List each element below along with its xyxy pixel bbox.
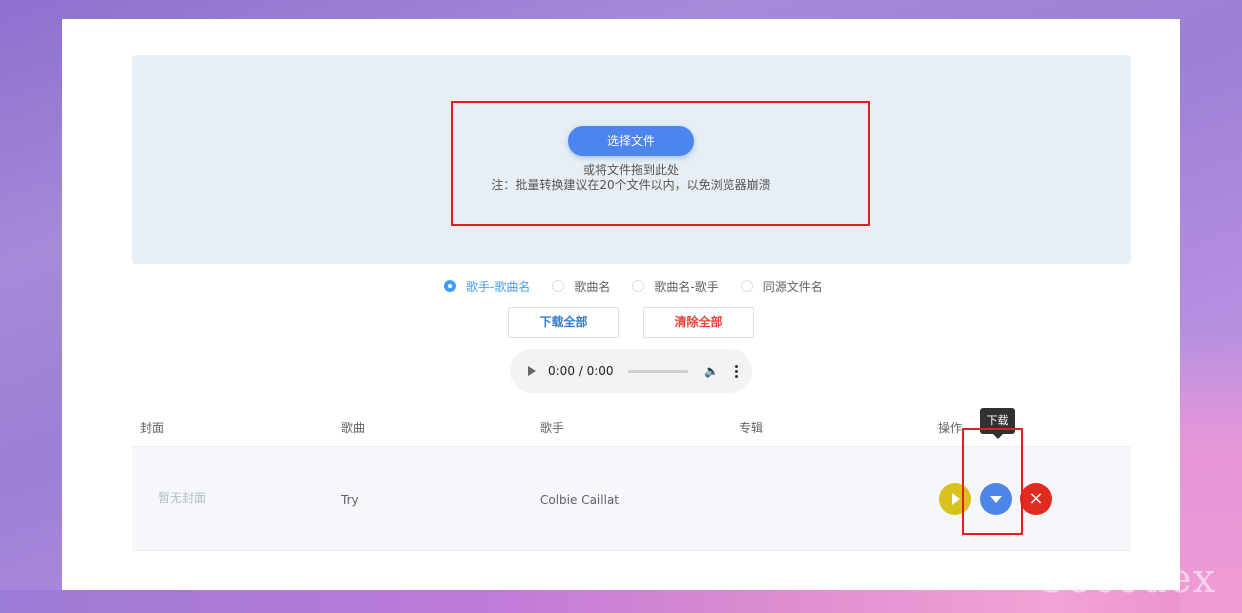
converter-panel: 选择文件 或将文件拖到此处 注：批量转换建议在20个文件以内，以免浏览器崩溃 歌… (62, 19, 1180, 590)
delete-button[interactable]: × (1020, 483, 1052, 515)
song-table: 封面 歌曲 歌手 专辑 操作 暂无封面 Try Colbie Caillat ×… (132, 407, 1131, 551)
radio-label: 歌曲名-歌手 (654, 279, 719, 294)
play-icon[interactable] (528, 366, 536, 376)
cover-placeholder: 暂无封面 (158, 491, 207, 505)
more-vert-icon[interactable] (735, 364, 738, 378)
radio-dot (740, 280, 753, 292)
batch-note: 注：批量转换建议在20个文件以内，以免浏览器崩溃 (491, 178, 771, 192)
radio-song[interactable]: 歌曲名 (552, 278, 610, 295)
radio-song-artist[interactable]: 歌曲名-歌手 (632, 278, 719, 295)
seek-bar[interactable] (627, 369, 689, 373)
volume-icon[interactable]: 🔈 (704, 364, 719, 378)
radio-artist-song[interactable]: 歌手-歌曲名 (444, 278, 530, 295)
download-all-button[interactable]: 下载全部 (508, 307, 619, 338)
radio-dot (632, 280, 645, 292)
radio-dot (444, 280, 456, 292)
naming-radio-group: 歌手-歌曲名 歌曲名 歌曲名-歌手 同源文件名 (444, 278, 845, 294)
radio-dot (552, 280, 565, 292)
header-song: 歌曲 (341, 421, 366, 435)
watermark: 58codex (1040, 556, 1217, 602)
radio-original-filename[interactable]: 同源文件名 (740, 278, 823, 295)
highlight-download-box (962, 428, 1023, 535)
header-artist: 歌手 (540, 421, 565, 435)
radio-label: 歌曲名 (574, 279, 611, 294)
clear-all-button[interactable]: 清除全部 (643, 307, 754, 338)
artist-name: Colbie Caillat (540, 493, 619, 507)
radio-label: 歌手-歌曲名 (466, 279, 531, 294)
radio-label: 同源文件名 (762, 279, 823, 294)
header-actions: 操作 (938, 421, 963, 435)
playback-time: 0:00 / 0:00 (548, 364, 614, 378)
drag-hint: 或将文件拖到此处 (582, 163, 679, 177)
header-cover: 封面 (140, 421, 165, 435)
choose-file-button[interactable]: 选择文件 (568, 126, 694, 156)
song-title: Try (341, 493, 359, 507)
header-album: 专辑 (739, 421, 764, 435)
audio-player: 0:00 / 0:00 🔈 (510, 349, 752, 393)
